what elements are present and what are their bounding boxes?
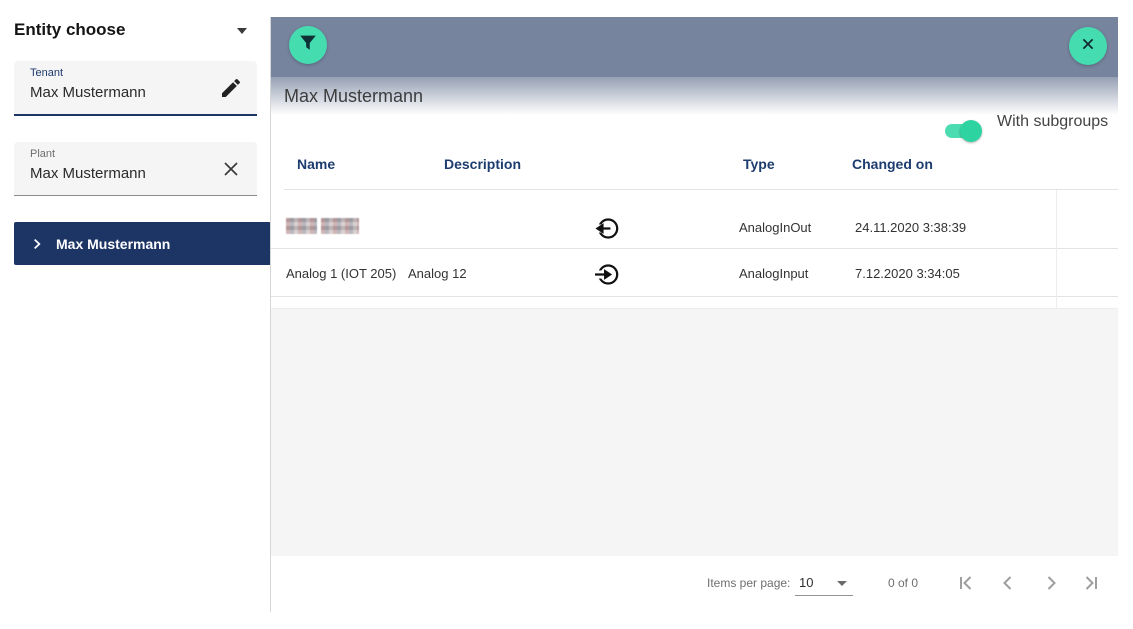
items-per-page-select[interactable]: 10 [799, 575, 813, 590]
items-per-page-label: Items per page: [707, 576, 790, 590]
select-underline [795, 595, 853, 596]
toggle-thumb[interactable] [960, 120, 982, 142]
with-subgroups-label: With subgroups [997, 113, 1108, 131]
column-header-type[interactable]: Type [743, 156, 775, 172]
entity-choose-title: Entity choose [14, 20, 125, 40]
panel-title: Max Mustermann [284, 86, 423, 107]
filter-funnel-icon [297, 32, 319, 59]
table-row[interactable]: Analog 1 (IOT 205) Analog 12 AnalogInput… [271, 248, 1118, 297]
cell-changed-on: 24.11.2020 3:38:39 [855, 220, 966, 235]
tenant-field[interactable]: Tenant Max Mustermann [14, 61, 257, 116]
first-page-button[interactable] [954, 571, 978, 595]
close-x-icon [1078, 34, 1098, 59]
redacted-name-block [321, 218, 359, 234]
filter-button[interactable] [289, 26, 327, 64]
paginator: Items per page: 10 0 of 0 [271, 556, 1118, 612]
table-row[interactable]: AnalogInOut 24.11.2020 3:38:39 [271, 190, 1118, 249]
close-button[interactable] [1069, 27, 1107, 65]
previous-page-button[interactable] [996, 571, 1020, 595]
with-subgroups-toggle[interactable] [945, 120, 985, 142]
cell-type: AnalogInOut [739, 220, 811, 235]
select-caret-icon[interactable] [837, 581, 847, 586]
cell-changed-on: 7.12.2020 3:34:05 [855, 266, 960, 281]
analog-out-icon [593, 215, 620, 242]
sidebar-item-max-mustermann[interactable]: Max Mustermann [14, 222, 271, 265]
clear-x-icon[interactable] [219, 157, 243, 181]
tenant-value: Max Mustermann [30, 84, 146, 101]
panel-header-bar [271, 17, 1118, 77]
tree-item-label: Max Mustermann [56, 236, 170, 252]
cell-type: AnalogInput [739, 266, 808, 281]
column-header-name[interactable]: Name [297, 156, 335, 172]
plant-value: Max Mustermann [30, 165, 146, 182]
column-header-changed-on[interactable]: Changed on [852, 156, 933, 172]
cell-name: Analog 1 (IOT 205) [286, 266, 396, 281]
tenant-label: Tenant [30, 67, 63, 79]
empty-table-area [271, 308, 1118, 557]
redacted-name-block [286, 218, 317, 234]
chevron-right-icon[interactable] [30, 237, 44, 251]
plant-field[interactable]: Plant Max Mustermann [14, 142, 257, 196]
entity-choose-collapse-caret-icon[interactable] [237, 28, 247, 34]
last-page-button[interactable] [1079, 571, 1103, 595]
cell-description: Analog 12 [408, 266, 467, 281]
page-range-label: 0 of 0 [888, 576, 918, 590]
plant-label: Plant [30, 148, 55, 160]
edit-pencil-icon[interactable] [219, 76, 243, 100]
column-header-description[interactable]: Description [444, 156, 521, 172]
analog-in-icon [593, 261, 620, 288]
entity-detail-panel: Max Mustermann With subgroups Name Descr… [271, 17, 1118, 612]
next-page-button[interactable] [1039, 571, 1063, 595]
